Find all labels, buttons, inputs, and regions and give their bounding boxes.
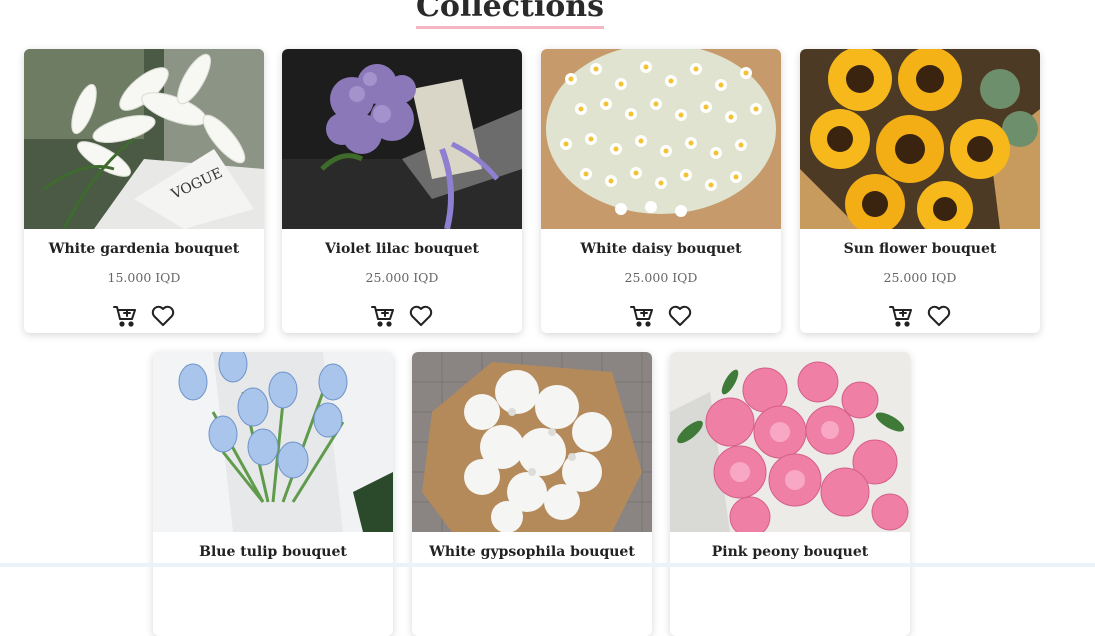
bottom-divider xyxy=(0,563,1095,567)
product-actions xyxy=(800,303,1040,329)
violet-lilac-image[interactable] xyxy=(282,49,522,229)
blue-tulip-image[interactable] xyxy=(153,352,393,532)
product-price: 15.000 IQD xyxy=(107,270,181,285)
heart-icon[interactable] xyxy=(150,303,176,329)
product-price: 25.000 IQD xyxy=(365,270,439,285)
product-name: White gardenia bouquet xyxy=(48,241,240,257)
white-daisy-image[interactable] xyxy=(541,49,781,229)
heart-icon[interactable] xyxy=(667,303,693,329)
product-name: Pink peony bouquet xyxy=(711,544,869,560)
product-name: Sun flower bouquet xyxy=(843,241,997,257)
product-name: White daisy bouquet xyxy=(580,241,742,257)
product-actions xyxy=(541,303,781,329)
product-name: Blue tulip bouquet xyxy=(199,544,347,560)
product-actions xyxy=(282,303,522,329)
white-gardenia-image[interactable]: VOGUE xyxy=(24,49,264,229)
cart-icon[interactable] xyxy=(370,303,396,329)
sunflower-image[interactable] xyxy=(800,49,1040,229)
product-card[interactable]: Blue tulip bouquet xyxy=(153,352,393,636)
white-gypsophila-image[interactable] xyxy=(412,352,652,532)
product-grid: VOGUE White gardenia bouquet 15.000 IQD xyxy=(0,0,1095,636)
cart-icon[interactable] xyxy=(112,303,138,329)
product-card[interactable]: Sun flower bouquet 25.000 IQD xyxy=(800,49,1040,333)
product-card[interactable]: White gypsophila bouquet xyxy=(412,352,652,636)
product-card[interactable]: Violet lilac bouquet 25.000 IQD xyxy=(282,49,522,333)
product-card[interactable]: White daisy bouquet 25.000 IQD xyxy=(541,49,781,333)
heart-icon[interactable] xyxy=(408,303,434,329)
product-name: Violet lilac bouquet xyxy=(325,241,479,257)
product-price: 25.000 IQD xyxy=(883,270,957,285)
product-price: 25.000 IQD xyxy=(624,270,698,285)
pink-peony-image[interactable] xyxy=(670,352,910,532)
heart-icon[interactable] xyxy=(926,303,952,329)
cart-icon[interactable] xyxy=(629,303,655,329)
product-card[interactable]: Pink peony bouquet xyxy=(670,352,910,636)
product-card[interactable]: VOGUE White gardenia bouquet 15.000 IQD xyxy=(24,49,264,333)
product-actions xyxy=(24,303,264,329)
cart-icon[interactable] xyxy=(888,303,914,329)
product-name: White gypsophila bouquet xyxy=(429,544,635,560)
